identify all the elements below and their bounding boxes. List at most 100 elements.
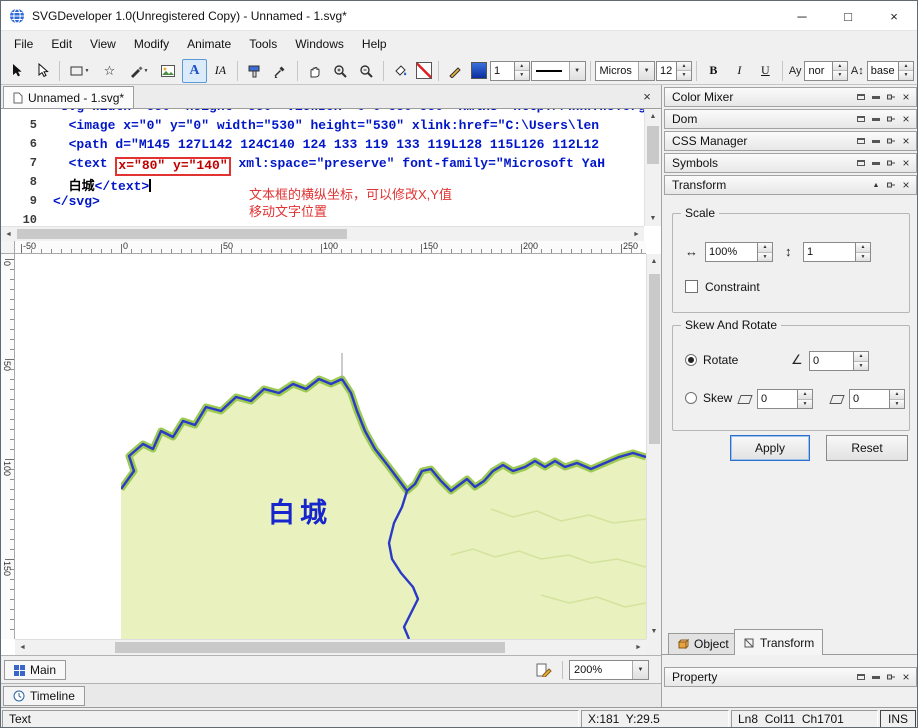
code-line[interactable]: <path d="M145 127L142 124C140 124 133 11…	[53, 137, 644, 156]
constraint-checkbox[interactable]	[685, 280, 698, 293]
minimize-icon[interactable]	[869, 670, 883, 684]
editor-horizontal-scrollbar[interactable]	[1, 226, 644, 241]
minimize-button[interactable]: ─	[779, 1, 825, 31]
scrollbar-thumb[interactable]	[647, 126, 659, 164]
main-scene-tab[interactable]: Main	[4, 660, 67, 680]
close-button[interactable]: ×	[871, 1, 917, 31]
spin-down-icon[interactable]	[898, 71, 913, 80]
menu-item-file[interactable]: File	[5, 33, 42, 55]
scroll-up-icon[interactable]	[645, 109, 661, 124]
editor-vertical-scrollbar[interactable]	[644, 109, 661, 226]
format-paint-tool[interactable]	[242, 59, 267, 83]
collapse-icon[interactable]	[869, 178, 883, 192]
line-style-combo[interactable]	[530, 60, 586, 81]
reset-button[interactable]: Reset	[826, 435, 908, 461]
rotate-radio[interactable]	[685, 354, 697, 366]
rotate-spinner[interactable]: 0	[809, 351, 869, 371]
rectangle-tool[interactable]: ▼	[64, 59, 96, 83]
fill-tool[interactable]	[388, 59, 413, 83]
pin-icon[interactable]	[884, 90, 898, 104]
stroke-color-swatch[interactable]	[470, 62, 488, 79]
spin-up-icon[interactable]	[758, 243, 772, 253]
spin-up-icon[interactable]	[898, 61, 913, 71]
tab-object[interactable]: Object	[668, 633, 738, 655]
panel-header-css-manager[interactable]: CSS Manager	[664, 131, 917, 151]
float-icon[interactable]	[854, 112, 868, 126]
scroll-right-icon[interactable]	[631, 640, 646, 655]
stroke-width-spinner[interactable]: 1	[490, 60, 530, 81]
float-icon[interactable]	[854, 670, 868, 684]
scrollbar-thumb[interactable]	[115, 642, 505, 653]
panel-header-dom[interactable]: Dom	[664, 109, 917, 129]
scale-x-spinner[interactable]: 100%	[705, 242, 773, 262]
menu-item-modify[interactable]: Modify	[125, 33, 178, 55]
skew-y-spinner[interactable]: 0	[849, 389, 905, 409]
close-icon[interactable]	[899, 112, 913, 126]
kerning-spinner[interactable]: nor	[804, 60, 848, 81]
italic-text-tool[interactable]: IA	[208, 59, 233, 83]
spin-up-icon[interactable]	[514, 61, 529, 71]
scale-y-spinner[interactable]: 1	[803, 242, 871, 262]
minimize-icon[interactable]	[869, 112, 883, 126]
zoom-out-tool[interactable]	[354, 59, 379, 83]
spin-down-icon[interactable]	[514, 71, 529, 80]
pin-icon[interactable]	[884, 670, 898, 684]
close-icon[interactable]	[899, 134, 913, 148]
scroll-right-icon[interactable]	[629, 227, 644, 241]
float-icon[interactable]	[854, 156, 868, 170]
spin-up-icon[interactable]	[856, 243, 870, 253]
float-icon[interactable]	[854, 90, 868, 104]
spin-down-icon[interactable]	[832, 71, 847, 80]
scroll-down-icon[interactable]	[647, 624, 661, 639]
no-fill-swatch[interactable]	[415, 62, 432, 79]
scroll-left-icon[interactable]	[15, 640, 30, 655]
minimize-icon[interactable]	[869, 134, 883, 148]
panel-header-transform[interactable]: Transform	[664, 175, 917, 195]
menu-item-help[interactable]: Help	[353, 33, 396, 55]
close-icon[interactable]	[899, 156, 913, 170]
document-tab[interactable]: Unnamed - 1.svg*	[3, 86, 135, 108]
scroll-down-icon[interactable]	[645, 211, 661, 226]
scroll-up-icon[interactable]	[647, 254, 661, 269]
menu-item-view[interactable]: View	[81, 33, 125, 55]
spin-up-icon[interactable]	[890, 390, 904, 400]
code-line[interactable]: <svg width="530" height="530" viewBox="0…	[53, 109, 644, 118]
code-line[interactable]: <text x="80" y="140" xml:space="preserve…	[53, 156, 644, 176]
tab-transform[interactable]: Transform	[734, 629, 824, 655]
select-tool[interactable]	[4, 59, 29, 83]
pin-icon[interactable]	[884, 134, 898, 148]
spin-down-icon[interactable]	[854, 361, 868, 370]
underline-button[interactable]: U	[753, 59, 778, 83]
skew-radio[interactable]	[685, 392, 697, 404]
spin-down-icon[interactable]	[856, 252, 870, 261]
image-tool[interactable]	[156, 59, 181, 83]
apply-button[interactable]: Apply	[730, 435, 810, 461]
panel-header-color-mixer[interactable]: Color Mixer	[664, 87, 917, 107]
skew-x-spinner[interactable]: 0	[757, 389, 813, 409]
baseline-spinner[interactable]: base	[866, 60, 914, 81]
scroll-left-icon[interactable]	[1, 227, 16, 241]
eyedropper-tool[interactable]	[268, 59, 293, 83]
menu-item-windows[interactable]: Windows	[286, 33, 353, 55]
spin-down-icon[interactable]	[758, 252, 772, 261]
edit-source-button[interactable]	[531, 661, 557, 679]
spin-up-icon[interactable]	[832, 61, 847, 71]
code-line[interactable]: <image x="0" y="0" width="530" height="5…	[53, 118, 644, 137]
italic-button[interactable]: I	[727, 59, 752, 83]
canvas-vertical-scrollbar[interactable]	[646, 254, 661, 639]
panel-header-property[interactable]: Property	[664, 667, 917, 687]
map-label[interactable]: 白城	[268, 497, 332, 528]
float-icon[interactable]	[854, 134, 868, 148]
canvas-viewport[interactable]: 白城	[15, 254, 646, 639]
dropdown-icon[interactable]	[632, 661, 648, 679]
font-size-spinner[interactable]: 12	[656, 60, 692, 81]
pin-icon[interactable]	[884, 156, 898, 170]
bold-button[interactable]: B	[701, 59, 726, 83]
zoom-level-combo[interactable]: 200%	[569, 660, 649, 680]
menu-item-animate[interactable]: Animate	[178, 33, 240, 55]
hand-tool[interactable]	[302, 59, 327, 83]
text-tool[interactable]: A	[181, 58, 207, 83]
maximize-button[interactable]: □	[825, 1, 871, 31]
font-family-combo[interactable]: Micros	[594, 60, 656, 81]
zoom-in-tool[interactable]	[328, 59, 353, 83]
